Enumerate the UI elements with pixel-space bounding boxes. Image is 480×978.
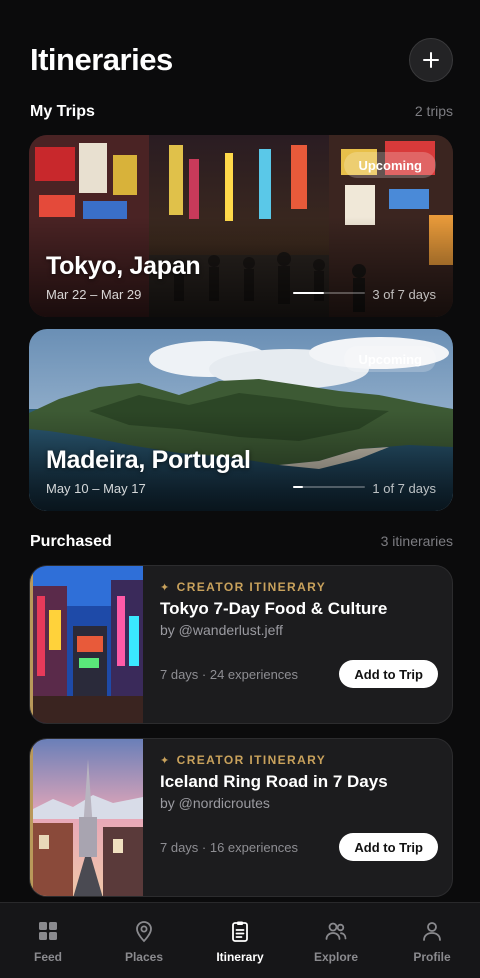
trip-card-madeira[interactable]: Upcoming Madeira, Portugal May 10 – May … — [29, 329, 453, 511]
tab-label: Profile — [413, 950, 451, 964]
my-trips-header: My Trips 2 trips — [30, 103, 453, 121]
grid-icon — [39, 922, 57, 940]
status-badge: Upcoming — [344, 346, 436, 372]
tab-label: Itinerary — [216, 950, 264, 964]
itinerary-title: Tokyo 7-Day Food & Culture — [160, 599, 388, 618]
trip-dates: May 10 – May 17 — [46, 481, 146, 496]
add-to-trip-button[interactable]: Add to Trip — [339, 660, 438, 688]
tab-places[interactable]: Places — [96, 903, 192, 978]
trip-dates: Mar 22 – Mar 29 — [46, 287, 142, 302]
add-itinerary-button[interactable] — [409, 38, 453, 82]
trip-progress-text: 3 of 7 days — [372, 287, 436, 302]
purchased-itinerary-iceland[interactable]: ✦ CREATOR ITINERARY Iceland Ring Road in… — [29, 738, 453, 897]
itinerary-thumbnail — [30, 739, 143, 896]
section-title-purchased: Purchased — [30, 533, 112, 550]
tab-profile[interactable]: Profile — [384, 903, 480, 978]
tab-itinerary[interactable]: Itinerary — [192, 903, 288, 978]
sparkle-icon: ✦ — [160, 754, 171, 767]
purchased-count: 3 itineraries — [380, 533, 453, 549]
itinerary-info: ✦ CREATOR ITINERARY Iceland Ring Road in… — [160, 753, 438, 896]
clipboard-icon — [232, 921, 248, 942]
purchased-header: Purchased 3 itineraries — [30, 533, 453, 551]
creator-label-text: CREATOR ITINERARY — [176, 753, 327, 767]
purchased-itinerary-tokyo[interactable]: ✦ CREATOR ITINERARY Tokyo 7-Day Food & C… — [29, 565, 453, 724]
trip-progress-fill — [293, 486, 304, 488]
bottom-tab-bar: Feed Places Itinerary Explore Profile — [0, 902, 480, 978]
section-title-my-trips: My Trips — [30, 103, 95, 120]
tab-label: Feed — [33, 950, 62, 964]
itinerary-title: Iceland Ring Road in 7 Days — [160, 772, 388, 791]
itinerary-thumbnail — [30, 566, 143, 723]
itinerary-info: ✦ CREATOR ITINERARY Tokyo 7-Day Food & C… — [160, 580, 438, 723]
itinerary-author[interactable]: by @wanderlust.jeff — [160, 622, 438, 638]
trip-progress-bar — [293, 292, 365, 294]
trip-destination: Madeira, Portugal — [46, 446, 251, 474]
creator-label: ✦ CREATOR ITINERARY — [160, 753, 438, 767]
trip-destination: Tokyo, Japan — [46, 252, 201, 280]
creator-label: ✦ CREATOR ITINERARY — [160, 580, 438, 594]
tab-feed[interactable]: Feed — [0, 903, 96, 978]
trip-progress-text: 1 of 7 days — [372, 481, 436, 496]
header: Itineraries — [30, 38, 453, 82]
trip-progress-fill — [293, 292, 324, 294]
users-icon — [325, 922, 347, 940]
trips-count: 2 trips — [414, 103, 453, 119]
person-icon — [423, 922, 441, 941]
tab-explore[interactable]: Explore — [288, 903, 384, 978]
tab-label: Places — [124, 950, 164, 964]
status-badge: Upcoming — [344, 152, 436, 178]
page-title: Itineraries — [30, 42, 173, 77]
sparkle-icon: ✦ — [160, 581, 171, 594]
map-pin-icon — [136, 921, 152, 943]
itinerary-meta: 7 days · 16 experiences — [160, 840, 299, 855]
plus-icon — [423, 52, 439, 68]
add-to-trip-button[interactable]: Add to Trip — [339, 833, 438, 861]
trip-progress-bar — [293, 486, 365, 488]
creator-label-text: CREATOR ITINERARY — [176, 580, 327, 594]
itinerary-author[interactable]: by @nordicroutes — [160, 795, 438, 811]
trip-card-tokyo[interactable]: Upcoming Tokyo, Japan Mar 22 – Mar 29 3 … — [29, 135, 453, 317]
itinerary-meta: 7 days · 24 experiences — [160, 667, 299, 682]
tab-label: Explore — [313, 950, 358, 964]
